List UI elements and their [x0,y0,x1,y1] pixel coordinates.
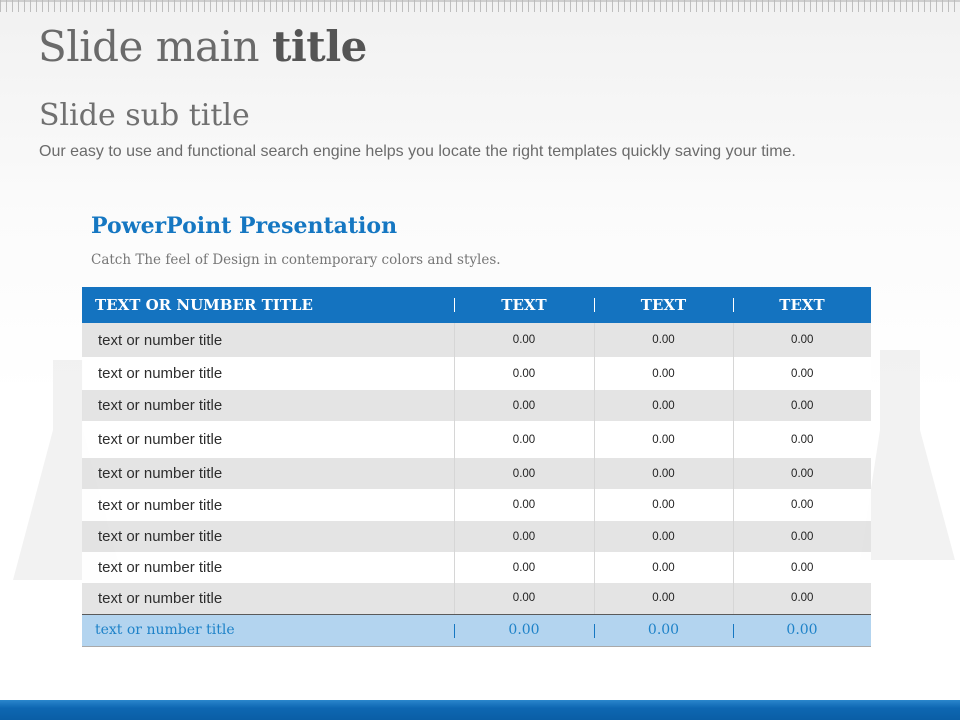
content-heading: PowerPoint Presentation [91,213,398,239]
row-value-cell: 0.00 [593,552,733,583]
row-value-cell: 0.00 [593,421,733,458]
row-label-cell: text or number title [82,390,454,421]
table-row: text or number title 0.00 0.00 0.00 [82,583,871,615]
row-value-cell: 0.00 [453,552,594,583]
table-row: text or number title 0.00 0.00 0.00 [82,421,871,458]
table-footer-row: text or number title 0.00 0.00 0.00 [82,614,871,647]
table-row: text or number title 0.00 0.00 0.00 [82,489,871,521]
row-value-cell: 0.00 [732,323,871,357]
row-label-cell: text or number title [82,323,454,357]
row-value-cell: 0.00 [593,458,733,489]
slide-subtitle: Slide sub title [39,98,250,133]
table-row: text or number title 0.00 0.00 0.00 [82,390,871,421]
table-row: text or number title 0.00 0.00 0.00 [82,357,871,390]
table-row: text or number title 0.00 0.00 0.00 [82,458,871,489]
row-value-cell: 0.00 [453,521,594,552]
row-value-cell: 0.00 [593,323,733,357]
row-label-cell: text or number title [82,357,454,390]
row-label-cell: text or number title [82,583,454,615]
row-value-cell: 0.00 [732,421,871,458]
content-tagline: Catch The feel of Design in contemporary… [91,252,501,268]
row-value-cell: 0.00 [732,489,871,521]
table-row: text or number title 0.00 0.00 0.00 [82,552,871,583]
row-value-cell: 0.00 [593,489,733,521]
row-value-cell: 0.00 [453,357,594,390]
table-body: text or number title 0.00 0.00 0.00 text or … [82,323,871,615]
table-header-cell: TEXT [733,287,871,323]
row-label-cell: text or number title [82,421,454,458]
row-value-cell: 0.00 [732,552,871,583]
slide-description: Our easy to use and functional search en… [39,143,796,160]
row-value-cell: 0.00 [732,458,871,489]
ruler-ticks [0,0,960,12]
row-label-cell: text or number title [82,521,454,552]
row-label-cell: text or number title [82,552,454,583]
footer-bar [0,700,960,720]
row-value-cell: 0.00 [593,521,733,552]
table-header-row: TEXT OR NUMBER TITLE TEXT TEXT TEXT [82,287,871,323]
data-table: TEXT OR NUMBER TITLE TEXT TEXT TEXT text… [82,287,871,647]
table-footer-cell: 0.00 [454,614,594,647]
row-value-cell: 0.00 [593,357,733,390]
row-value-cell: 0.00 [453,421,594,458]
table-header-cell: TEXT OR NUMBER TITLE [82,287,454,323]
row-value-cell: 0.00 [453,323,594,357]
row-value-cell: 0.00 [453,583,594,615]
row-label-cell: text or number title [82,489,454,521]
row-value-cell: 0.00 [593,390,733,421]
table-footer-cell: 0.00 [594,614,733,647]
page-title: Slide main title [38,22,367,71]
row-value-cell: 0.00 [732,390,871,421]
row-value-cell: 0.00 [593,583,733,615]
table-footer-cell: 0.00 [733,614,871,647]
row-value-cell: 0.00 [732,583,871,615]
row-value-cell: 0.00 [453,489,594,521]
row-value-cell: 0.00 [732,521,871,552]
table-footer-cell: text or number title [82,614,454,647]
table-row: text or number title 0.00 0.00 0.00 [82,323,871,357]
row-value-cell: 0.00 [453,458,594,489]
row-value-cell: 0.00 [453,390,594,421]
row-label-cell: text or number title [82,458,454,489]
row-value-cell: 0.00 [732,357,871,390]
table-header-cell: TEXT [454,287,594,323]
table-row: text or number title 0.00 0.00 0.00 [82,521,871,552]
table-header-cell: TEXT [594,287,733,323]
